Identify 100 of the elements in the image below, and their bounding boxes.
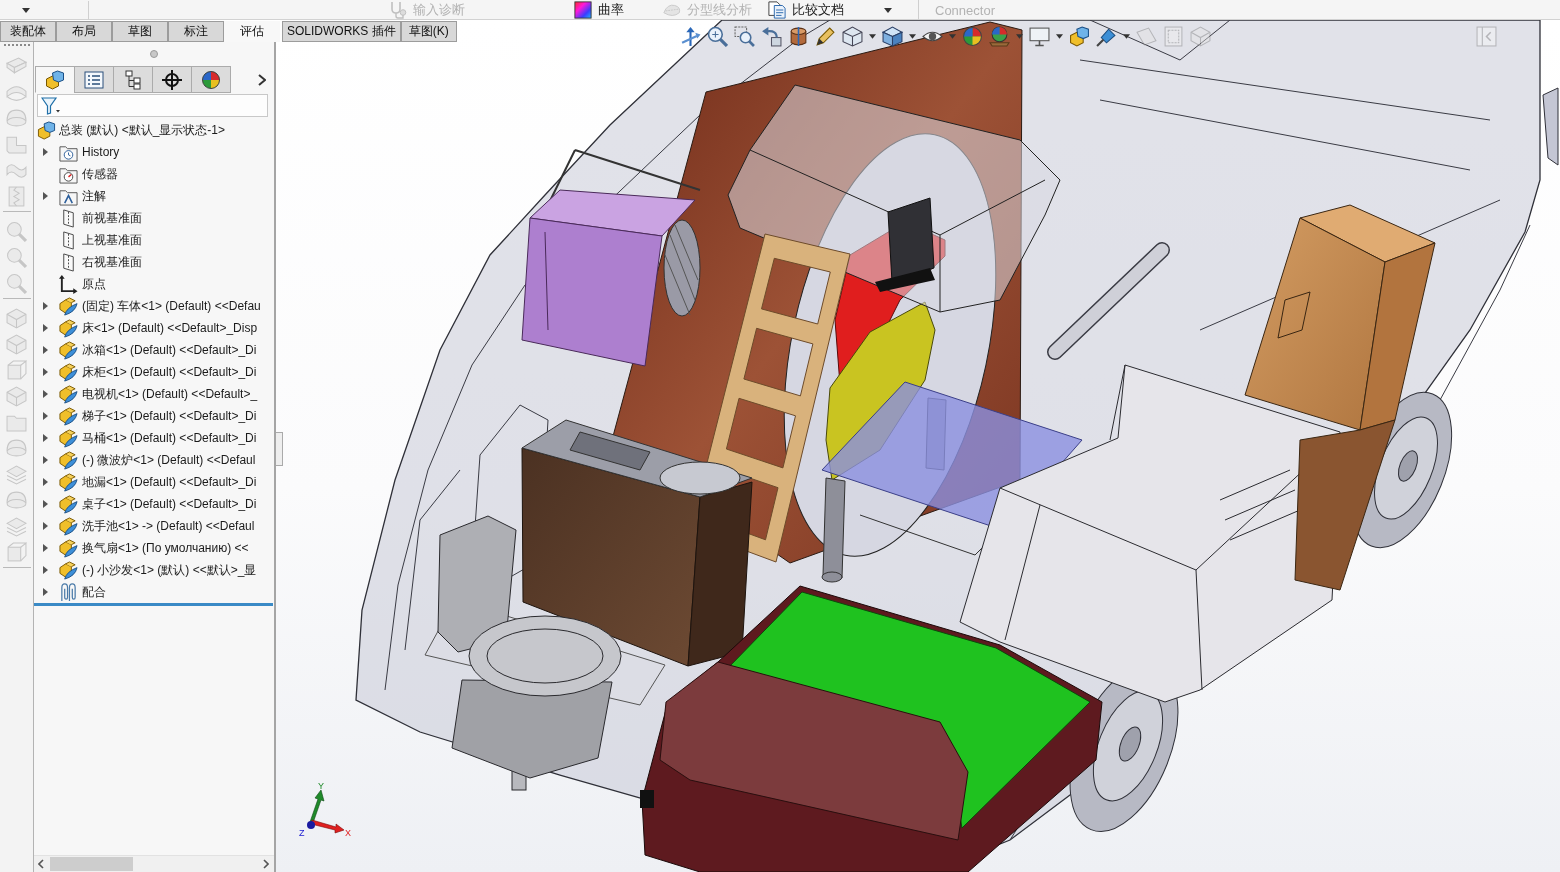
dropdown-caret-icon[interactable]	[869, 34, 876, 39]
command-tab[interactable]: 标注	[168, 21, 224, 42]
expand-arrow-icon[interactable]	[42, 412, 48, 420]
expand-arrow-icon[interactable]	[42, 500, 48, 508]
scroll-right-icon[interactable]	[263, 859, 269, 869]
cube-icon[interactable]	[842, 26, 863, 47]
color-ball-icon	[201, 69, 221, 90]
component-icon[interactable]	[1069, 26, 1090, 47]
command-tab[interactable]: 草图(K)	[400, 21, 457, 42]
expand-arrow-icon[interactable]	[42, 390, 48, 398]
expand-arrow-icon[interactable]	[42, 566, 48, 574]
y-axis-arrow	[309, 789, 325, 824]
dropdown-caret-icon[interactable]	[909, 34, 916, 39]
ribbon-button[interactable]: 曲率	[573, 0, 624, 20]
tree-item[interactable]: 原点	[82, 275, 106, 293]
zoom-area-icon[interactable]	[734, 26, 755, 47]
tree-item[interactable]: (-) 小沙发<1> (默认) <<默认>_显	[82, 561, 257, 579]
command-tab[interactable]: 草图	[112, 21, 168, 42]
scene-icon[interactable]	[989, 26, 1010, 47]
gradient-square-icon	[573, 1, 593, 19]
scroll-left-icon[interactable]	[38, 859, 44, 869]
part-feather-icon	[59, 384, 78, 404]
tree-item[interactable]: 冰箱<1> (Default) <<Default>_Di	[82, 341, 257, 359]
chevron-right-icon[interactable]	[258, 73, 266, 86]
color-ball-icon[interactable]	[962, 26, 983, 47]
assembly-icon	[37, 120, 56, 140]
expand-arrow-icon[interactable]	[42, 434, 48, 442]
origin-axes-icon	[59, 274, 78, 294]
tree-item[interactable]: 上视基准面	[82, 231, 142, 249]
expand-arrow-icon[interactable]	[42, 192, 48, 200]
expand-arrow-icon[interactable]	[42, 456, 48, 464]
axis-label: Z	[299, 828, 305, 838]
part-feather-icon	[59, 472, 78, 492]
part-feather-icon	[59, 494, 78, 514]
tree-item[interactable]: History	[82, 145, 120, 159]
dropdown-caret-icon[interactable]	[1123, 34, 1130, 39]
tree-item[interactable]: 换气扇<1> (По умолчанию) <<	[82, 539, 249, 557]
expand-arrow-icon[interactable]	[42, 522, 48, 530]
tree-item[interactable]: 配合	[82, 583, 106, 601]
expand-arrow-icon[interactable]	[42, 478, 48, 486]
parting-shape-icon	[662, 1, 682, 19]
expand-arrow-icon[interactable]	[42, 346, 48, 354]
part-feather-icon	[59, 428, 78, 448]
tree-item[interactable]: 床柜<1> (Default) <<Default>_Di	[82, 363, 257, 381]
grip-dot-icon[interactable]	[150, 50, 158, 58]
expand-arrow-icon[interactable]	[42, 368, 48, 376]
part-feather-icon	[59, 406, 78, 426]
shaded-cube-icon[interactable]	[882, 26, 903, 47]
tree-item[interactable]: 马桶<1> (Default) <<Default>_Di	[82, 429, 257, 447]
tree-item[interactable]: 传感器	[82, 165, 118, 183]
tree-item[interactable]: 洗手池<1> -> (Default) <<Defaul	[82, 517, 255, 535]
expand-arrow-icon[interactable]	[42, 588, 48, 596]
filter-field[interactable]	[37, 94, 268, 117]
x-axis-arrow	[310, 819, 345, 834]
ribbon-button[interactable]: 比较文档	[767, 0, 844, 20]
splitter-handle[interactable]	[276, 432, 283, 466]
tree-item[interactable]: (固定) 车体<1> (Default) <<Defau	[82, 297, 261, 315]
expand-arrow-icon[interactable]	[42, 544, 48, 552]
tree-diagram-icon	[123, 69, 143, 90]
tree-item[interactable]: 前视基准面	[82, 209, 142, 227]
tree-item[interactable]: (-) 微波炉<1> (Default) <<Defaul	[82, 451, 256, 469]
expand-arrow-icon[interactable]	[42, 302, 48, 310]
dropdown-caret-icon[interactable]	[22, 7, 30, 13]
pin-icon[interactable]	[1096, 26, 1117, 47]
command-tab[interactable]: SOLIDWORKS 插件	[282, 21, 401, 42]
part-feather-icon	[59, 296, 78, 316]
arrows-icon[interactable]	[680, 26, 701, 47]
tree-item[interactable]: 桌子<1> (Default) <<Default>_Di	[82, 495, 257, 513]
tree-item[interactable]: 右视基准面	[82, 253, 142, 271]
z-axis-dot	[307, 821, 315, 829]
tree-item[interactable]: 注解	[82, 187, 106, 205]
pencil-icon[interactable]	[815, 26, 836, 47]
command-tab[interactable]: 装配体	[0, 21, 56, 42]
tree-item[interactable]: 地漏<1> (Default) <<Default>_Di	[82, 473, 257, 491]
previous-view-icon[interactable]	[761, 26, 782, 47]
dropdown-caret-icon[interactable]	[1056, 34, 1063, 39]
list-icon	[84, 69, 104, 90]
section-view-icon[interactable]	[788, 26, 809, 47]
tree-item[interactable]: 电视机<1> (Default) <<Default>_	[82, 385, 258, 403]
scrollbar-thumb[interactable]	[50, 857, 133, 871]
tree-item[interactable]: 床<1> (Default) <<Default>_Disp	[82, 319, 258, 337]
tree-root-item[interactable]: 总装 (默认) <默认_显示状态-1>	[59, 121, 226, 139]
tree-item[interactable]: 梯子<1> (Default) <<Default>_Di	[82, 407, 257, 425]
scrollbar-track[interactable]	[34, 855, 274, 872]
part-feather-icon	[59, 362, 78, 382]
monitor-icon[interactable]	[1029, 26, 1050, 47]
expand-arrow-icon[interactable]	[42, 324, 48, 332]
paperclip-icon	[59, 582, 78, 602]
command-tab[interactable]: 评估	[224, 21, 280, 42]
command-tab[interactable]: 布局	[56, 21, 112, 42]
part-feather-icon	[59, 560, 78, 580]
assembly-icon	[45, 69, 65, 90]
expand-arrow-icon[interactable]	[42, 148, 48, 156]
dropdown-caret-icon[interactable]	[884, 7, 892, 13]
part-feather-icon	[59, 340, 78, 360]
part-feather-icon	[59, 450, 78, 470]
filter-icon	[41, 96, 61, 115]
panel-tab[interactable]	[35, 66, 75, 93]
panel-tab[interactable]	[152, 66, 192, 93]
zoom-icon[interactable]	[707, 26, 728, 47]
